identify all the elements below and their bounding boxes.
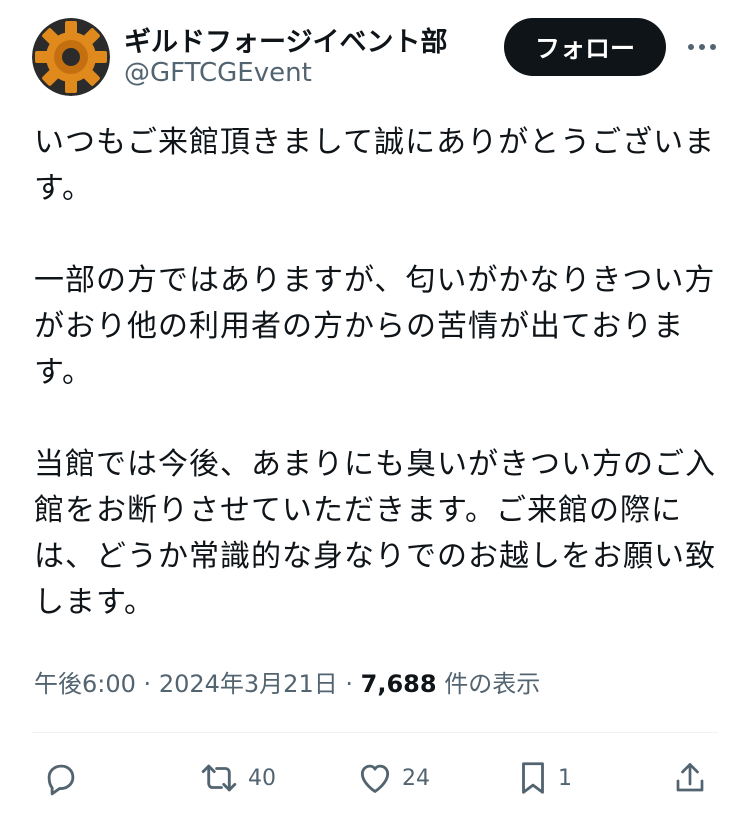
tweet-line: いつもご来館頂きまして誠にありがとうございま — [34, 125, 716, 160]
retweet-count: 40 — [248, 765, 276, 791]
bookmark-button[interactable]: 1 — [516, 758, 572, 798]
reply-button[interactable] — [42, 758, 88, 798]
more-button[interactable] — [684, 32, 720, 62]
follow-button[interactable]: フォロー — [504, 18, 666, 76]
tweet-line: す。 — [34, 171, 93, 206]
more-icon — [688, 44, 716, 50]
author-name[interactable]: ギルドフォージイベント部 — [124, 20, 447, 59]
retweet-button[interactable]: 40 — [198, 758, 276, 798]
divider — [32, 732, 718, 733]
views-count: 7,688 — [360, 670, 437, 698]
meta-separator: · — [345, 670, 353, 698]
tweet-line: 一部の方ではありますが、匂いがかなりきつい方 — [34, 263, 716, 298]
like-button[interactable]: 24 — [356, 758, 430, 798]
tweet-line: 当館では今後、あまりにも臭いがきつい方のご入 — [34, 447, 716, 482]
like-count: 24 — [402, 765, 430, 791]
share-icon — [676, 763, 704, 792]
reply-icon — [47, 764, 75, 796]
tweet-time[interactable]: 午後6:00 — [34, 670, 136, 698]
heart-icon — [360, 764, 390, 793]
tweet-text: いつもご来館頂きまして誠にありがとうございま す。 一部の方ではありますが、匂い… — [34, 120, 724, 626]
views-label: 件の表示 — [444, 670, 541, 698]
bookmark-icon — [522, 762, 544, 794]
bookmark-count: 1 — [558, 765, 572, 791]
share-button[interactable] — [672, 758, 708, 798]
tweet-meta: 午後6:00 · 2024年3月21日 · 7,688 件の表示 — [34, 664, 540, 699]
tweet-line: します。 — [34, 585, 155, 620]
tweet-line: がおり他の利用者の方からの苦情が出ておりま — [34, 309, 685, 344]
meta-separator: · — [143, 670, 152, 698]
tweet-line: す。 — [34, 355, 93, 390]
gear-logo-icon — [32, 18, 110, 96]
tweet-line: は、どうか常識的な身なりでのお越しをお願い致 — [34, 539, 716, 574]
tweet-date[interactable]: 2024年3月21日 — [159, 670, 338, 698]
avatar[interactable] — [32, 18, 110, 96]
tweet-line: 館をお断りさせていただきます。ご来館の際に — [34, 493, 682, 528]
retweet-icon — [201, 764, 237, 792]
author-handle[interactable]: @GFTCGEvent — [124, 58, 312, 88]
